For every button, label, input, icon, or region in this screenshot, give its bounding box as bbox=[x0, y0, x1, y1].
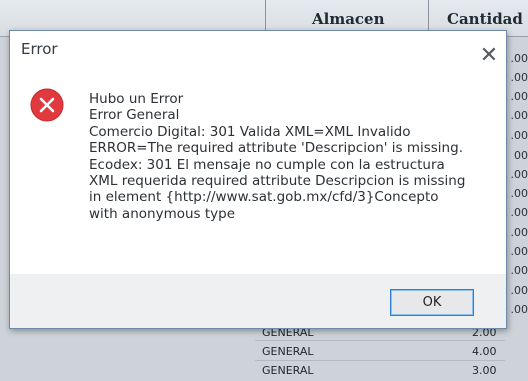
error-icon bbox=[30, 88, 64, 122]
message-line: Ecodex: 301 El mensaje no cumple con la … bbox=[89, 156, 445, 173]
close-button[interactable]: ✕ bbox=[478, 45, 500, 67]
error-message: Hubo un Error Error General Comercio Dig… bbox=[89, 91, 494, 222]
message-line: Error General bbox=[89, 107, 180, 124]
dialog-title: Error bbox=[21, 40, 58, 58]
cell-value: .00 bbox=[510, 303, 528, 316]
cell-value: .00 bbox=[510, 109, 528, 122]
cell-value: .00 bbox=[510, 90, 528, 103]
cell-value: .00 bbox=[510, 52, 528, 65]
message-line: Comercio Digital: 301 Valida XML=XML Inv… bbox=[89, 123, 411, 140]
cell-value: .00 bbox=[510, 129, 528, 142]
cell-value: .00 bbox=[510, 226, 528, 239]
message-line: with anonymous type bbox=[89, 205, 236, 222]
cell-value: .00 bbox=[510, 245, 528, 258]
table-cell-cantidad: 4.00 bbox=[472, 345, 497, 358]
cell-value: .00 bbox=[510, 206, 528, 219]
row-divider bbox=[255, 340, 505, 341]
error-dialog: Error ✕ Hubo un Error Error General Come… bbox=[9, 30, 507, 329]
table-cell-almacen: GENERAL bbox=[262, 364, 314, 377]
column-header-almacen[interactable]: Almacen bbox=[312, 10, 385, 28]
cell-value: .00 bbox=[510, 187, 528, 200]
dialog-footer: OK bbox=[10, 274, 506, 328]
cell-value: .00 bbox=[510, 168, 528, 181]
column-header-cantidad[interactable]: Cantidad bbox=[447, 10, 523, 28]
message-line: Hubo un Error bbox=[89, 91, 184, 107]
message-line: ERROR=The required attribute 'Descripcio… bbox=[89, 140, 463, 157]
message-line: in element {http://www.sat.gob.mx/cfd/3}… bbox=[89, 189, 439, 206]
cell-value: .00 bbox=[510, 71, 528, 84]
table-cell-cantidad: 3.00 bbox=[472, 364, 497, 377]
dialog-content: Hubo un Error Error General Comercio Dig… bbox=[10, 76, 506, 272]
cell-value: .00 bbox=[510, 264, 528, 277]
table-cell-almacen: GENERAL bbox=[262, 345, 314, 358]
cantidad-column-edge: .00 .00 .00 .00 .00 00 .00 .00 .00 .00 .… bbox=[505, 40, 528, 340]
row-divider bbox=[255, 360, 505, 361]
cell-value: .00 bbox=[510, 284, 528, 297]
close-icon: ✕ bbox=[479, 43, 499, 68]
cell-value: 00 bbox=[514, 149, 528, 162]
message-line: XML requerida required attribute Descrip… bbox=[89, 173, 466, 190]
ok-button[interactable]: OK bbox=[390, 289, 474, 316]
